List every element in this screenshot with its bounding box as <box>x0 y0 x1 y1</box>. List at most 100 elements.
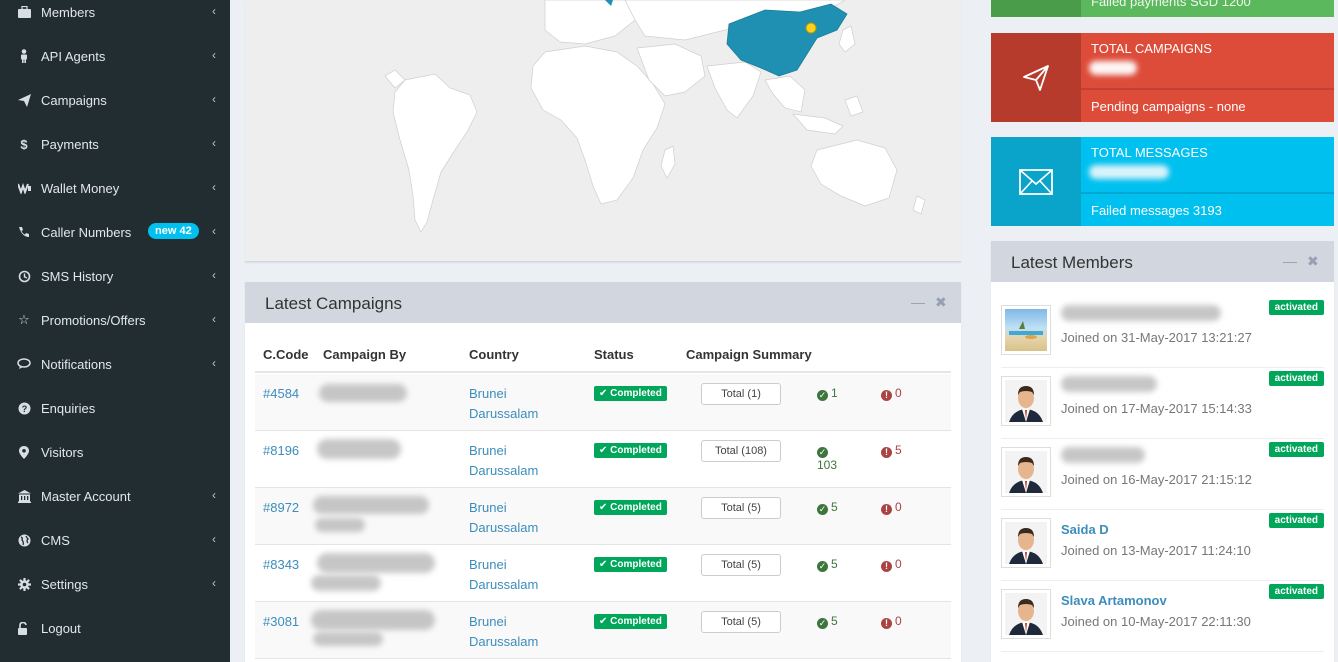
paper-plane-icon <box>17 93 31 107</box>
sidebar-item-notifications[interactable]: Notifications ‹ <box>0 342 230 386</box>
world-map-svg <box>245 0 961 261</box>
chevron-left-icon: ‹ <box>212 268 216 282</box>
sidebar-item-label: Campaigns <box>41 92 107 108</box>
map-marker-icon <box>17 445 31 459</box>
total-button[interactable]: Total (5) <box>701 611 781 633</box>
avatar[interactable] <box>1001 589 1051 639</box>
close-icon[interactable]: ✖ <box>1307 253 1319 270</box>
sidebar-item-label: Enquiries <box>41 400 96 416</box>
visitors-world-map[interactable] <box>245 0 961 262</box>
sidebar-item-cms[interactable]: CMS ‹ <box>0 518 230 562</box>
total-button[interactable]: Total (108) <box>701 440 781 462</box>
minimize-icon[interactable]: — <box>1283 253 1297 269</box>
status-badge: ✔ Completed <box>594 386 667 401</box>
redacted-name <box>313 632 383 646</box>
globe-icon <box>17 534 31 547</box>
country-link[interactable]: Darussalam <box>469 520 538 535</box>
success-count: ✓ 5 <box>817 500 838 515</box>
redacted-name <box>317 553 435 573</box>
visitor-marker[interactable] <box>805 22 817 34</box>
sidebar-item-wallet-money[interactable]: Wallet Money ‹ <box>0 166 230 210</box>
sidebar-item-visitors[interactable]: Visitors <box>0 430 230 474</box>
chevron-left-icon: ‹ <box>212 488 216 502</box>
avatar[interactable] <box>1001 305 1051 355</box>
gear-icon <box>17 577 31 591</box>
avatar[interactable] <box>1001 447 1051 497</box>
campaign-code-link[interactable]: #8196 <box>263 443 299 458</box>
country-link[interactable]: Darussalam <box>469 406 538 421</box>
default-user-avatar <box>1005 593 1047 635</box>
sidebar-item-settings[interactable]: Settings ‹ <box>0 562 230 606</box>
sidebar-item-sms-history[interactable]: SMS History ‹ <box>0 254 230 298</box>
status-badge: ✔ Completed <box>594 500 667 515</box>
status-badge: activated <box>1268 442 1324 457</box>
divider <box>1081 88 1334 90</box>
chevron-left-icon: ‹ <box>212 92 216 106</box>
member-name-link[interactable]: Saida D <box>1061 522 1109 537</box>
member-name-link[interactable]: Slava Artamonov <box>1061 593 1167 608</box>
sidebar-item-label: SMS History <box>41 268 114 284</box>
exclamation-circle-icon: ! <box>881 504 892 515</box>
redacted-name <box>1061 447 1145 463</box>
total-button[interactable]: Total (5) <box>701 497 781 519</box>
country-link[interactable]: Darussalam <box>469 463 538 478</box>
briefcase-icon <box>17 6 31 18</box>
joined-date: Joined on 17-May-2017 15:14:33 <box>1061 401 1252 416</box>
redacted-value <box>1089 61 1137 75</box>
member-item[interactable]: Saida D Joined on 13-May-2017 11:24:10 a… <box>1001 510 1324 581</box>
table-row: #8972 Brunei Darussalam ✔ Completed Tota… <box>255 488 951 545</box>
success-count: ✓ 5 <box>817 614 838 629</box>
comment-icon <box>17 358 31 370</box>
country-link[interactable]: Darussalam <box>469 577 538 592</box>
wallet-icon <box>17 182 31 194</box>
sidebar-item-label: API Agents <box>41 48 106 64</box>
total-button[interactable]: Total (1) <box>701 383 781 405</box>
table-header: C.Code Campaign By Country Status Campai… <box>255 337 951 373</box>
country-link[interactable]: Brunei <box>469 386 507 401</box>
sidebar-item-label: Notifications <box>41 356 112 372</box>
exclamation-circle-icon: ! <box>881 561 892 572</box>
total-campaigns-box: TOTAL CAMPAIGNS Pending campaigns - none <box>991 33 1334 122</box>
member-item[interactable]: Slava Artamonov Joined on 10-May-2017 22… <box>1001 581 1324 652</box>
member-item[interactable]: Joined on 17-May-2017 15:14:33 activated <box>1001 368 1324 439</box>
country-link[interactable]: Brunei <box>469 614 507 629</box>
sidebar-item-logout[interactable]: Logout <box>0 606 230 650</box>
country-link[interactable]: Brunei <box>469 443 507 458</box>
sidebar-item-label: Wallet Money <box>41 180 120 196</box>
sidebar-item-label: CMS <box>41 532 70 548</box>
sidebar-item-enquiries[interactable]: ? Enquiries <box>0 386 230 430</box>
sidebar-item-api-agents[interactable]: API Agents ‹ <box>0 34 230 78</box>
sidebar-item-label: Payments <box>41 136 99 152</box>
beach-photo <box>1009 321 1043 339</box>
country-link[interactable]: Darussalam <box>469 634 538 649</box>
avatar[interactable] <box>1001 518 1051 568</box>
sidebar-item-label: Logout <box>41 620 81 636</box>
sidebar-item-label: Settings <box>41 576 88 592</box>
history-icon <box>17 270 31 283</box>
panel-header: Latest Campaigns — ✖ <box>245 285 961 323</box>
redacted-value <box>1089 165 1169 179</box>
total-button[interactable]: Total (5) <box>701 554 781 576</box>
failed-payments-text: Failed payments SGD 1200 <box>1091 0 1251 9</box>
avatar[interactable] <box>1001 376 1051 426</box>
sidebar-item-members[interactable]: Members ‹ <box>0 0 230 34</box>
campaign-code-link[interactable]: #3081 <box>263 614 299 629</box>
country-link[interactable]: Brunei <box>469 557 507 572</box>
minimize-icon[interactable]: — <box>911 294 925 310</box>
status-badge: activated <box>1268 584 1324 599</box>
sidebar-item-caller-numbers[interactable]: Caller Numbers new 42 ‹ <box>0 210 230 254</box>
member-item[interactable]: Joined on 31-May-2017 13:21:27 activated <box>1001 297 1324 368</box>
sidebar-item-master-account[interactable]: Master Account ‹ <box>0 474 230 518</box>
campaign-code-link[interactable]: #8343 <box>263 557 299 572</box>
campaign-code-link[interactable]: #8972 <box>263 500 299 515</box>
country-link[interactable]: Brunei <box>469 500 507 515</box>
sidebar-item-campaigns[interactable]: Campaigns ‹ <box>0 78 230 122</box>
member-item[interactable]: Joined on 16-May-2017 21:15:12 activated <box>1001 439 1324 510</box>
sidebar-item-promotions[interactable]: ☆ Promotions/Offers ‹ <box>0 298 230 342</box>
close-icon[interactable]: ✖ <box>935 294 947 311</box>
failed-messages-text: Failed messages 3193 <box>1091 203 1222 218</box>
status-badge: activated <box>1268 300 1324 315</box>
campaign-code-link[interactable]: #4584 <box>263 386 299 401</box>
sidebar-item-label: Master Account <box>41 488 131 504</box>
sidebar-item-payments[interactable]: $ Payments ‹ <box>0 122 230 166</box>
